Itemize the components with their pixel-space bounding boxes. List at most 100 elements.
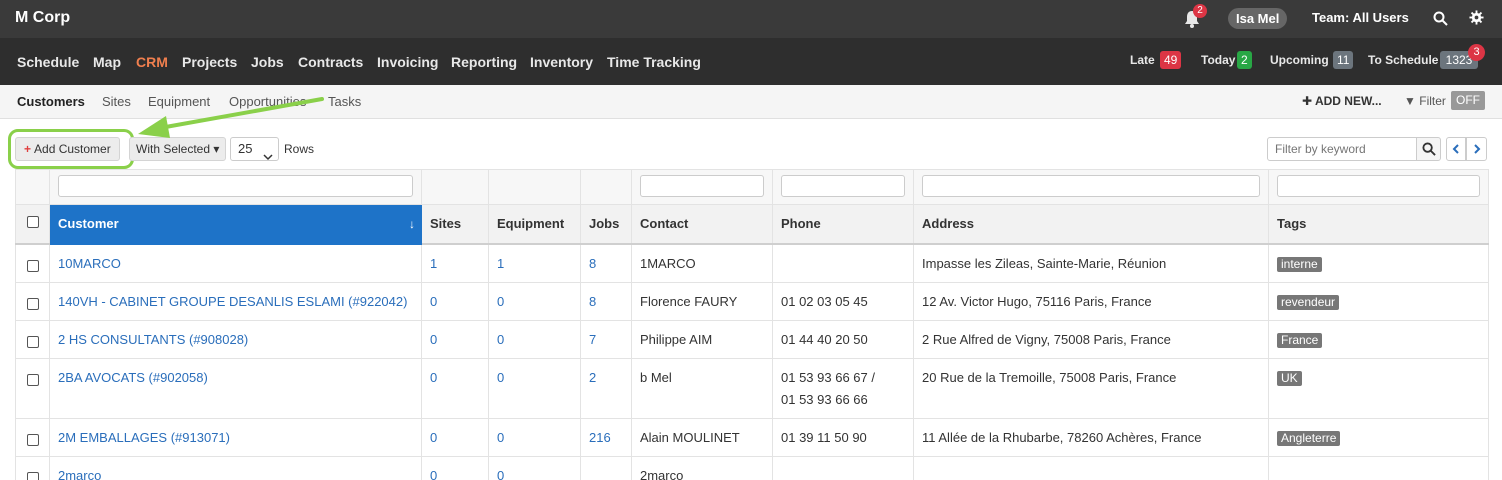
row-checkbox[interactable] <box>26 471 39 480</box>
jobs-link[interactable]: 8 <box>589 256 596 271</box>
column-header-phone[interactable]: Phone <box>772 204 914 245</box>
sites-cell: 0 <box>421 319 489 359</box>
sites-cell: 0 <box>421 281 489 321</box>
equipment-link[interactable]: 0 <box>497 430 504 445</box>
address-filter-input[interactable] <box>922 175 1260 197</box>
row-checkbox[interactable] <box>26 259 39 272</box>
column-header-sites[interactable]: Sites <box>421 204 489 245</box>
sort-desc-icon: ↓ <box>409 217 415 231</box>
select-all-checkbox[interactable] <box>26 216 39 229</box>
row-select-cell <box>15 319 50 359</box>
phone-cell: 01 39 11 50 90 <box>772 417 914 457</box>
sites-link[interactable]: 0 <box>430 468 437 480</box>
equipment-link[interactable]: 0 <box>497 332 504 347</box>
nav-projects[interactable]: Projects <box>182 54 237 70</box>
customer-link[interactable]: 2marco <box>58 468 101 480</box>
jobs-link[interactable]: 216 <box>589 430 611 445</box>
customer-link[interactable]: 140VH - CABINET GROUPE DESANLIS ESLAMI (… <box>58 294 407 309</box>
nav-contracts[interactable]: Contracts <box>298 54 363 70</box>
late-count-badge[interactable]: 49 <box>1160 51 1182 69</box>
row-checkbox[interactable] <box>26 433 39 446</box>
late-label[interactable]: Late <box>1130 53 1155 67</box>
nav-reporting[interactable]: Reporting <box>451 54 517 70</box>
customer-cell: 2marco <box>49 455 422 480</box>
nav-map[interactable]: Map <box>93 54 121 70</box>
gear-icon[interactable] <box>1469 10 1484 25</box>
customer-link[interactable]: 2 HS CONSULTANTS (#908028) <box>58 332 248 347</box>
nav-jobs[interactable]: Jobs <box>251 54 284 70</box>
nav-crm[interactable]: CRM <box>136 54 168 70</box>
tags-cell: UK <box>1268 357 1489 419</box>
customer-link[interactable]: 10MARCO <box>58 256 121 271</box>
row-checkbox[interactable] <box>26 335 39 348</box>
column-header-equipment[interactable]: Equipment <box>488 204 581 245</box>
sites-cell: 0 <box>421 455 489 480</box>
jobs-link[interactable]: 2 <box>589 370 596 385</box>
keyword-filter-input[interactable] <box>1267 137 1417 161</box>
equipment-link[interactable]: 1 <box>497 256 504 271</box>
jobs-link[interactable]: 8 <box>589 294 596 309</box>
user-menu[interactable]: Isa Mel <box>1228 8 1288 29</box>
prev-page-button[interactable] <box>1446 137 1466 161</box>
column-header-contact[interactable]: Contact <box>631 204 773 245</box>
phone-filter-input[interactable] <box>781 175 905 197</box>
filter-cell <box>913 169 1269 205</box>
filter-toggle[interactable]: ▼ Filter <box>1404 94 1446 108</box>
tags-filter-input[interactable] <box>1277 175 1480 197</box>
equipment-cell: 0 <box>488 417 581 457</box>
team-selector[interactable]: Team: All Users <box>1312 10 1409 25</box>
column-header-tags[interactable]: Tags <box>1268 204 1489 245</box>
top-bar: M Corp 2 Isa Mel Team: All Users <box>0 0 1502 38</box>
sites-link[interactable]: 0 <box>430 370 437 385</box>
row-checkbox[interactable] <box>26 373 39 386</box>
filter-cell <box>580 169 632 205</box>
subnav-tasks[interactable]: Tasks <box>328 94 361 109</box>
tags-cell <box>1268 455 1489 480</box>
nav-time-tracking[interactable]: Time Tracking <box>607 54 701 70</box>
search-icon[interactable] <box>1433 11 1448 26</box>
to-schedule-alert-badge: 3 <box>1468 44 1485 61</box>
equipment-link[interactable]: 0 <box>497 468 504 480</box>
phone-cell <box>772 243 914 283</box>
row-select-cell <box>15 417 50 457</box>
column-header-customer[interactable]: Customer ↓ <box>49 204 422 245</box>
table-row: 2M EMBALLAGES (#913071) 0 0 216 Alain MO… <box>15 417 1489 457</box>
jobs-link[interactable]: 7 <box>589 332 596 347</box>
column-header-address[interactable]: Address <box>913 204 1269 245</box>
row-select-cell <box>15 455 50 480</box>
nav-inventory[interactable]: Inventory <box>530 54 593 70</box>
contact-filter-input[interactable] <box>640 175 764 197</box>
customer-filter-input[interactable] <box>58 175 413 197</box>
equipment-cell: 1 <box>488 243 581 283</box>
subnav-sites[interactable]: Sites <box>102 94 131 109</box>
upcoming-label[interactable]: Upcoming <box>1270 53 1329 67</box>
row-checkbox[interactable] <box>26 297 39 310</box>
keyword-search-button[interactable] <box>1416 137 1441 161</box>
customer-link[interactable]: 2BA AVOCATS (#902058) <box>58 370 208 385</box>
highlight-annotation <box>8 129 134 169</box>
next-page-button[interactable] <box>1466 137 1487 161</box>
sites-cell: 0 <box>421 357 489 419</box>
address-cell: Impasse les Zileas, Sainte-Marie, Réunio… <box>913 243 1269 283</box>
sites-link[interactable]: 0 <box>430 430 437 445</box>
equipment-link[interactable]: 0 <box>497 294 504 309</box>
nav-invoicing[interactable]: Invoicing <box>377 54 438 70</box>
caret-down-icon: ▾ <box>213 142 220 156</box>
add-new-button[interactable]: ✚ ADD NEW... <box>1302 94 1382 108</box>
subnav-customers[interactable]: Customers <box>17 94 85 109</box>
sites-link[interactable]: 0 <box>430 332 437 347</box>
brand-logo[interactable]: M Corp <box>15 9 70 27</box>
today-count-badge[interactable]: 2 <box>1237 51 1252 69</box>
tag-badge: revendeur <box>1277 294 1340 310</box>
sites-link[interactable]: 0 <box>430 294 437 309</box>
phone-value: 01 39 11 50 90 <box>781 429 867 445</box>
filter-state-badge[interactable]: OFF <box>1451 91 1485 110</box>
customer-link[interactable]: 2M EMBALLAGES (#913071) <box>58 430 230 445</box>
equipment-link[interactable]: 0 <box>497 370 504 385</box>
column-header-jobs[interactable]: Jobs <box>580 204 632 245</box>
upcoming-count-badge[interactable]: 11 <box>1333 51 1354 69</box>
to-schedule-label[interactable]: To Schedule <box>1368 53 1438 67</box>
today-label[interactable]: Today <box>1201 53 1235 67</box>
sites-link[interactable]: 1 <box>430 256 437 271</box>
nav-schedule[interactable]: Schedule <box>17 54 79 70</box>
